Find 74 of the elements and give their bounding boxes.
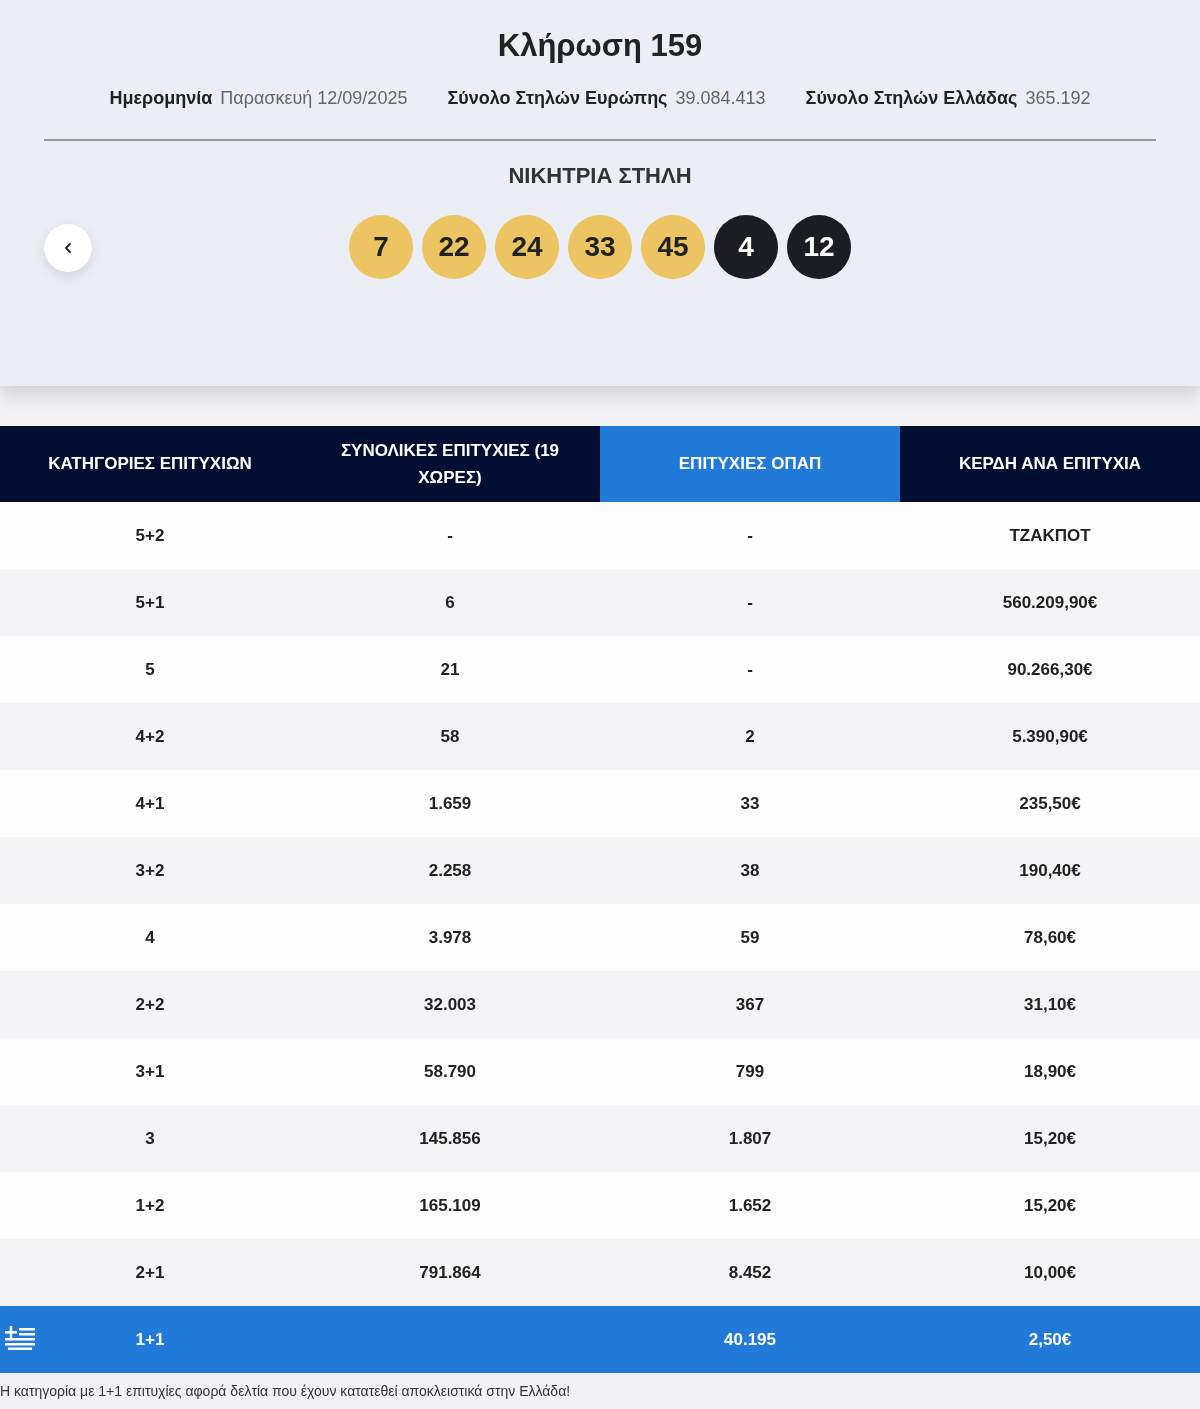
winning-heading: ΝΙΚΗΤΡΙΑ ΣΤΗΛΗ <box>507 163 693 189</box>
table-cell: 560.209,90€ <box>1002 592 1098 612</box>
table-cell: 15,20€ <box>1024 1128 1076 1148</box>
table-cell: 4+2 <box>135 726 165 746</box>
table-cell: 78,60€ <box>1024 927 1076 947</box>
table-cell: 58 <box>440 726 460 746</box>
table-cell: 38 <box>740 860 760 880</box>
column-header: ΚΑΤΗΓΟΡΙΕΣ ΕΠΙΤΥΧΙΩΝ <box>0 426 300 502</box>
table-cell: 58.790 <box>424 1061 476 1081</box>
table-cell: 145.856 <box>419 1128 481 1148</box>
table-cell: 2,50€ <box>1028 1329 1072 1349</box>
number-ball: 12 <box>787 215 851 279</box>
table-cell: - <box>447 525 453 545</box>
table-cell: - <box>747 525 753 545</box>
chevron-left-icon <box>62 242 74 254</box>
table-cell: 1.659 <box>428 793 472 813</box>
table-cell: 190,40€ <box>1019 860 1081 880</box>
table-cell: 40.195 <box>724 1329 776 1349</box>
table-cell: 5+2 <box>135 525 165 545</box>
table-cell: 4+1 <box>135 793 165 813</box>
table-cell: 3+1 <box>135 1061 165 1081</box>
flag-icon <box>5 1326 35 1350</box>
table-cell: 5+1 <box>135 592 165 612</box>
table-cell: 15,20€ <box>1024 1195 1076 1215</box>
table-cell: 367 <box>735 994 765 1014</box>
table-cell: ΤΖΑΚΠΟΤ <box>1009 525 1091 545</box>
table-cell: - <box>747 592 753 612</box>
number-ball: 24 <box>495 215 559 279</box>
table-cell: 235,50€ <box>1019 793 1081 813</box>
meta-label: Σύνολο Στηλών Ελλάδας <box>805 88 1018 108</box>
number-ball: 33 <box>568 215 632 279</box>
table-cell: 2+2 <box>135 994 165 1014</box>
meta-value: Παρασκευή 12/09/2025 <box>220 88 408 108</box>
table-cell: 2 <box>745 726 755 746</box>
table-cell: 2+1 <box>135 1262 165 1282</box>
previous-button[interactable] <box>44 224 92 272</box>
table-cell: 59 <box>740 927 760 947</box>
table-cell: 90.266,30€ <box>1007 659 1093 679</box>
draw-title: Κλήρωση 159 <box>496 28 704 64</box>
number-ball: 45 <box>641 215 705 279</box>
table-cell: 18,90€ <box>1024 1061 1076 1081</box>
table-cell: 791.864 <box>419 1262 481 1282</box>
table-cell: 10,00€ <box>1024 1262 1076 1282</box>
number-ball: 4 <box>714 215 778 279</box>
meta-value: 365.192 <box>1025 88 1091 108</box>
column-header: ΣΥΝΟΛΙΚΕΣ ΕΠΙΤΥΧΙΕΣ (19 ΧΩΡΕΣ) <box>300 426 600 502</box>
number-ball: 7 <box>349 215 413 279</box>
table-cell: 3+2 <box>135 860 165 880</box>
meta-label: Σύνολο Στηλών Ευρώπης <box>447 88 668 108</box>
table-cell: 31,10€ <box>1024 994 1076 1014</box>
table-cell: 4 <box>145 927 155 947</box>
number-ball: 22 <box>422 215 486 279</box>
table-cell: 3 <box>145 1128 155 1148</box>
column-header: ΚΕΡΔΗ ΑΝΑ ΕΠΙΤΥΧΙΑ <box>900 426 1200 502</box>
table-cell: 1.807 <box>728 1128 772 1148</box>
table-cell: 5 <box>145 659 155 679</box>
table-cell: 1+1 <box>135 1329 165 1349</box>
table-cell: 32.003 <box>424 994 476 1014</box>
table-cell: - <box>747 659 753 679</box>
table-cell: 8.452 <box>728 1262 772 1282</box>
footnote: Η κατηγορία με 1+1 επιτυχίες αφορά δελτία που έχουν κατατεθεί αποκλειστικά στην Ελλάδα! <box>0 1383 572 1399</box>
column-header: ΕΠΙΤΥΧΙΕΣ ΟΠΑΠ <box>600 426 900 502</box>
table-cell: 5.390,90€ <box>1012 726 1088 746</box>
table-cell: 165.109 <box>419 1195 481 1215</box>
table-cell: 33 <box>740 793 760 813</box>
table-cell: 1+2 <box>135 1195 165 1215</box>
meta-label: Ημερομηνία <box>109 88 213 108</box>
table-cell: 21 <box>440 659 460 679</box>
table-cell: 3.978 <box>428 927 472 947</box>
table-cell: 799 <box>735 1061 765 1081</box>
meta-value: 39.084.413 <box>675 88 766 108</box>
table-cell: 6 <box>445 592 455 612</box>
table-cell: 2.258 <box>428 860 472 880</box>
table-cell: 1.652 <box>728 1195 772 1215</box>
